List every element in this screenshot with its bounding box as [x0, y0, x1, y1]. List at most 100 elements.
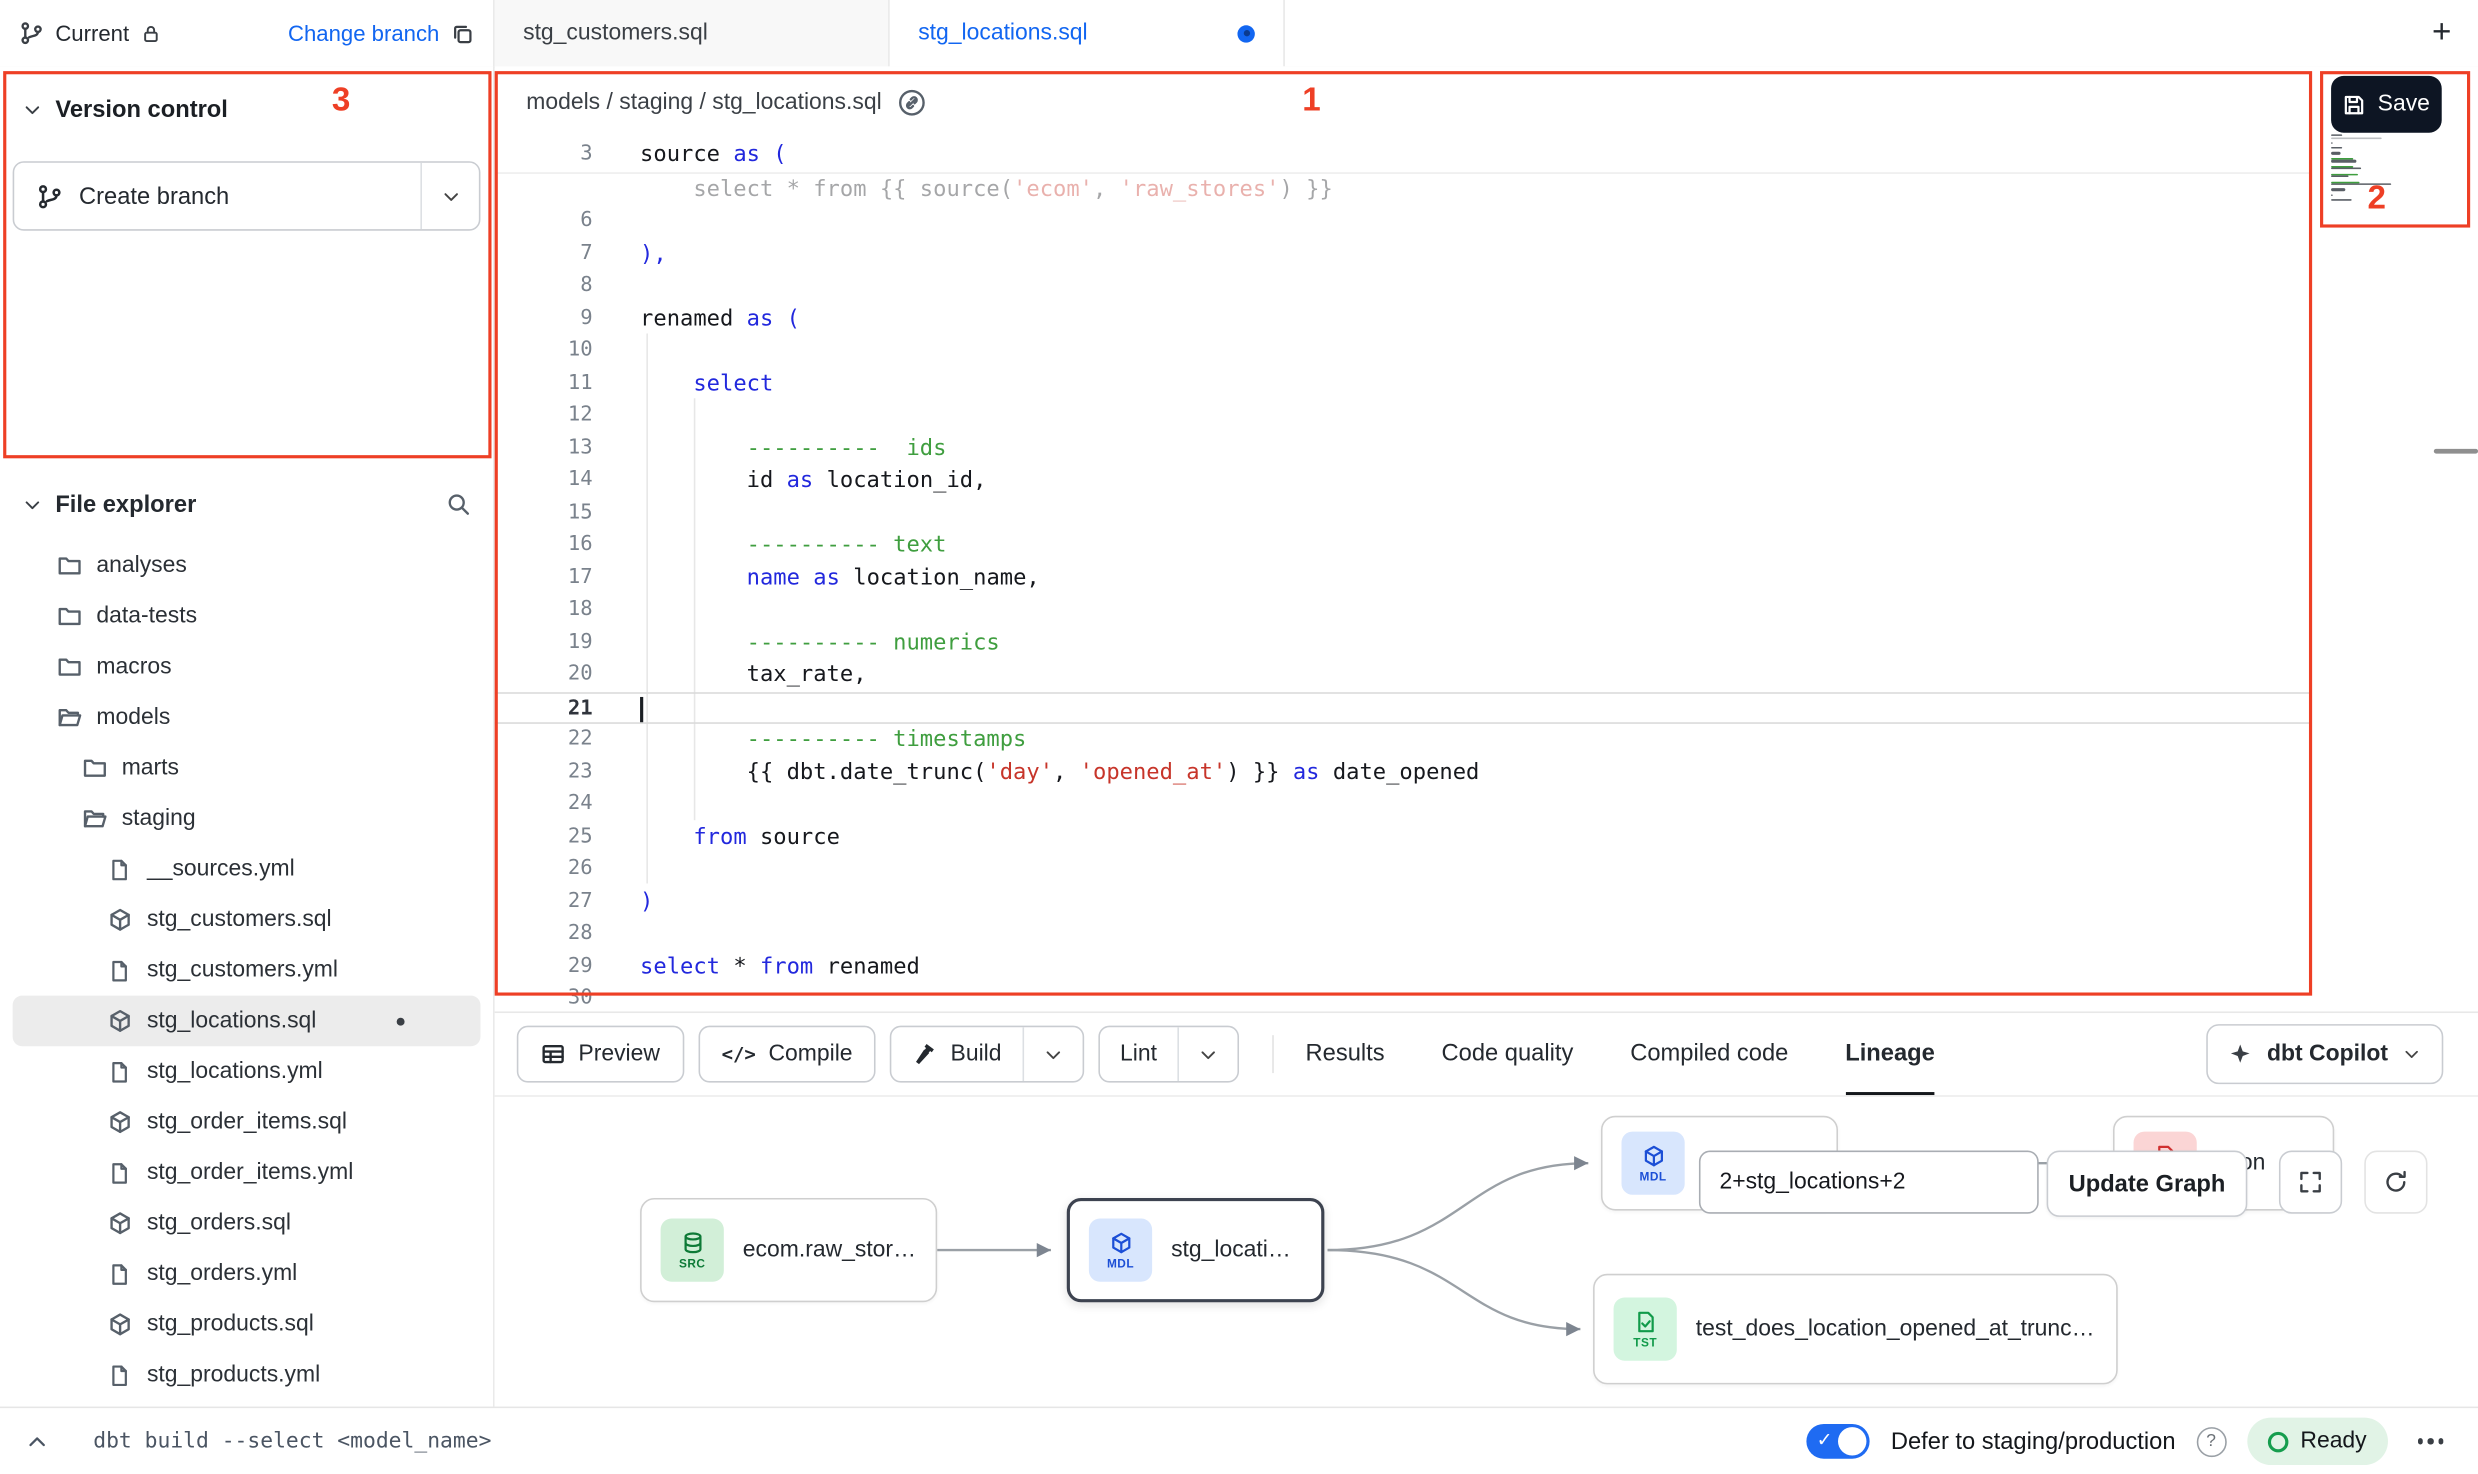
- create-branch-button[interactable]: Create branch: [14, 163, 420, 229]
- panel-tabs: Results Code quality Compiled code Lineage: [1306, 1013, 1935, 1095]
- lint-dropdown[interactable]: [1178, 1027, 1238, 1081]
- model-icon: [107, 1109, 132, 1134]
- panel-tab-results[interactable]: Results: [1306, 1013, 1385, 1095]
- code-line-24[interactable]: 24: [495, 789, 2312, 821]
- file-tree-item-__sources.yml[interactable]: __sources.yml: [13, 844, 481, 895]
- code-line-28[interactable]: 28: [495, 918, 2312, 950]
- version-control-header[interactable]: Version control: [0, 85, 493, 132]
- panel-tab-compiled-code[interactable]: Compiled code: [1630, 1013, 1788, 1095]
- editor-tabs: stg_customers.sqlstg_locations.sql: [495, 0, 1285, 66]
- code-line-30[interactable]: 30: [495, 983, 2312, 1013]
- search-icon[interactable]: [446, 492, 471, 517]
- create-branch-dropdown[interactable]: [420, 163, 478, 229]
- code-line-15[interactable]: 15: [495, 497, 2312, 529]
- lint-button[interactable]: Lint: [1099, 1027, 1177, 1081]
- panel-resize-handle[interactable]: [2434, 449, 2478, 454]
- file-tree-item-data-tests[interactable]: data-tests: [13, 591, 481, 642]
- file-tree-item-stg_products.sql[interactable]: stg_products.sql: [13, 1299, 481, 1350]
- lineage-node-stg_locations[interactable]: MDLstg_locations: [1067, 1198, 1325, 1302]
- lineage-node-ecom-raw_stores[interactable]: SRCecom.raw_stores: [640, 1198, 937, 1302]
- code-lines: 3source as ( select * from {{ source('ec…: [495, 139, 2312, 1013]
- dbt-copilot-button[interactable]: dbt Copilot: [2207, 1024, 2443, 1084]
- code-line-hidden[interactable]: select * from {{ source('ecom', 'raw_sto…: [495, 173, 2312, 205]
- line-number: 24: [495, 789, 593, 821]
- build-label: Build: [951, 1041, 1002, 1066]
- code-line-29[interactable]: 29select * from renamed: [495, 951, 2312, 983]
- copy-link-icon[interactable]: [897, 89, 925, 117]
- file-tree-item-stg_order_items.yml[interactable]: stg_order_items.yml: [13, 1147, 481, 1198]
- code-line-9[interactable]: 9renamed as (: [495, 303, 2312, 335]
- fullscreen-button[interactable]: [2279, 1151, 2342, 1214]
- preview-button[interactable]: Preview: [517, 1026, 684, 1083]
- minimap[interactable]: [2331, 134, 2391, 207]
- code-line-10[interactable]: 10: [495, 335, 2312, 367]
- line-number: 27: [495, 886, 593, 918]
- update-graph-button[interactable]: Update Graph: [2047, 1151, 2248, 1217]
- file-tree-item-stg_orders.yml[interactable]: stg_orders.yml: [13, 1249, 481, 1300]
- ready-status-badge[interactable]: Ready: [2247, 1418, 2388, 1465]
- model-icon: [107, 1312, 132, 1337]
- file-tree-item-stg_products.yml[interactable]: stg_products.yml: [13, 1350, 481, 1401]
- file-icon: [107, 1262, 132, 1286]
- minimap-line: [2331, 160, 2356, 162]
- code-line-6[interactable]: 6: [495, 205, 2312, 237]
- overflow-menu-icon[interactable]: [2408, 1439, 2453, 1445]
- node-label: stg_locations: [1171, 1237, 1302, 1262]
- code-line-17[interactable]: 17 name as location_name,: [495, 562, 2312, 594]
- line-content: id as location_id,: [640, 465, 986, 497]
- build-button[interactable]: Build: [892, 1027, 1022, 1081]
- file-tree-item-analyses[interactable]: analyses: [13, 540, 481, 591]
- panel-tab-code-quality[interactable]: Code quality: [1442, 1013, 1574, 1095]
- tab-stg_locations.sql[interactable]: stg_locations.sql: [890, 0, 1285, 66]
- text-cursor: [640, 696, 643, 721]
- code-line-26[interactable]: 26: [495, 853, 2312, 885]
- file-tree-item-stg_order_items.sql[interactable]: stg_order_items.sql: [13, 1097, 481, 1148]
- code-line-12[interactable]: 12: [495, 400, 2312, 432]
- line-content: ---------- timestamps: [640, 724, 1026, 756]
- lineage-selector-input[interactable]: [1699, 1151, 2039, 1214]
- file-tree-item-stg_locations.yml[interactable]: stg_locations.yml: [13, 1046, 481, 1097]
- refresh-button[interactable]: [2364, 1151, 2427, 1214]
- tab-stg_customers.sql[interactable]: stg_customers.sql: [495, 0, 890, 66]
- code-line-11[interactable]: 11 select: [495, 367, 2312, 399]
- file-tree-item-staging[interactable]: staging: [13, 793, 481, 844]
- code-line-22[interactable]: 22 ---------- timestamps: [495, 724, 2312, 756]
- save-button[interactable]: Save: [2331, 76, 2442, 133]
- cli-command[interactable]: dbt build --select <model_name>: [93, 1429, 491, 1454]
- code-line-25[interactable]: 25 from source: [495, 821, 2312, 853]
- file-tree-item-stg_customers.yml[interactable]: stg_customers.yml: [13, 945, 481, 996]
- code-editor[interactable]: 3source as ( select * from {{ source('ec…: [495, 139, 2312, 1013]
- file-tree-item-stg_orders.sql[interactable]: stg_orders.sql: [13, 1198, 481, 1249]
- code-line-3[interactable]: 3source as (: [495, 139, 2312, 173]
- file-tree-item-macros[interactable]: macros: [13, 642, 481, 693]
- file-tree-item-marts[interactable]: marts: [13, 743, 481, 794]
- minimap-line: [2331, 176, 2348, 178]
- lineage-node-test_does_location_opened_at_trunc_t-[interactable]: TSTtest_does_location_opened_at_trunc_t.…: [1593, 1274, 2118, 1385]
- code-line-8[interactable]: 8: [495, 270, 2312, 302]
- file-tree-item-stg_customers.sql[interactable]: stg_customers.sql: [13, 895, 481, 946]
- help-icon[interactable]: ?: [2196, 1426, 2226, 1456]
- code-line-27[interactable]: 27): [495, 886, 2312, 918]
- file-explorer-header[interactable]: File explorer: [0, 477, 493, 531]
- code-line-18[interactable]: 18: [495, 594, 2312, 626]
- code-line-16[interactable]: 16 ---------- text: [495, 529, 2312, 561]
- file-tree-item-models[interactable]: models: [13, 692, 481, 743]
- code-line-19[interactable]: 19 ---------- numerics: [495, 627, 2312, 659]
- code-line-13[interactable]: 13 ---------- ids: [495, 432, 2312, 464]
- new-tab-button[interactable]: +: [2405, 0, 2478, 66]
- lineage-canvas[interactable]: SRCecom.raw_storesMDLstg_locationsMDLloc…: [495, 1095, 2478, 1408]
- create-branch-split-button: Create branch: [13, 161, 481, 231]
- code-line-7[interactable]: 7),: [495, 238, 2312, 270]
- code-line-23[interactable]: 23 {{ dbt.date_trunc('day', 'opened_at')…: [495, 756, 2312, 788]
- change-branch-link[interactable]: Change branch: [288, 21, 439, 46]
- panel-tab-lineage[interactable]: Lineage: [1845, 1013, 1935, 1095]
- code-line-21[interactable]: 21: [495, 691, 2312, 723]
- code-line-14[interactable]: 14 id as location_id,: [495, 465, 2312, 497]
- copy-icon[interactable]: [450, 21, 474, 45]
- code-line-20[interactable]: 20 tax_rate,: [495, 659, 2312, 691]
- defer-toggle[interactable]: ✓: [1807, 1424, 1870, 1459]
- compile-button[interactable]: </> Compile: [698, 1026, 876, 1083]
- build-dropdown[interactable]: [1022, 1027, 1082, 1081]
- file-tree-item-stg_locations.sql[interactable]: stg_locations.sql: [13, 996, 481, 1047]
- chevron-up-icon[interactable]: [25, 1429, 49, 1453]
